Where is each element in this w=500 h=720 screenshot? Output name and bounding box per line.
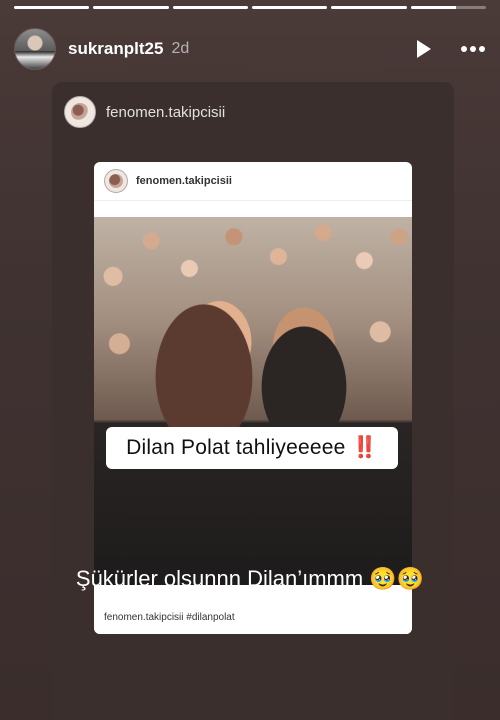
embedded-post-footer-text: fenomen.takipcisii #dilanpolat [104,611,235,623]
story-username[interactable]: sukranplt25 [68,39,163,59]
embedded-post-footer: fenomen.takipcisii #dilanpolat [94,600,412,634]
embedded-post[interactable]: fenomen.takipcisii Dilan Polat tahliyeee… [94,162,412,634]
story-progress-bars [14,6,486,9]
story-progress-segment [172,6,248,9]
story-progress-segment [251,6,328,9]
embedded-post-header: fenomen.takipcisii [94,162,412,201]
embedded-post-avatar [104,169,128,193]
story-progress-segment [331,6,407,9]
story-progress-segment [93,6,169,9]
story-caption: Şükürler olsunnn Dilan’ımmm 🥹🥹 [75,566,425,591]
shared-post-avatar[interactable] [64,96,96,128]
shared-post-header[interactable]: fenomen.takipcisii [64,96,225,128]
post-caption-bubble: Dilan Polat tahliyeeeee ‼️ [106,427,398,469]
caption-emoji: ‼️ [351,436,378,459]
shared-post-card[interactable]: fenomen.takipcisii fenomen.takipcisii Di… [52,82,454,720]
play-icon [417,40,431,58]
shared-post-username[interactable]: fenomen.takipcisii [106,104,225,121]
crowd-background [94,217,412,415]
story-time: 2d [171,40,190,57]
embedded-post-username: fenomen.takipcisii [136,175,232,187]
story-progress-segment [410,6,486,9]
caption-text: Dilan Polat tahliyeeeee [126,436,346,459]
story-progress-segment [14,6,90,9]
story-header: sukranplt25 2d [14,28,486,70]
play-button[interactable] [410,36,436,62]
post-photo: Dilan Polat tahliyeeeee ‼️ [94,217,412,585]
more-icon [461,46,485,52]
header-actions [410,36,486,62]
story-viewer: sukranplt25 2d fenomen.takipcisii fenome… [0,0,500,720]
more-button[interactable] [460,36,486,62]
avatar[interactable] [14,28,56,70]
